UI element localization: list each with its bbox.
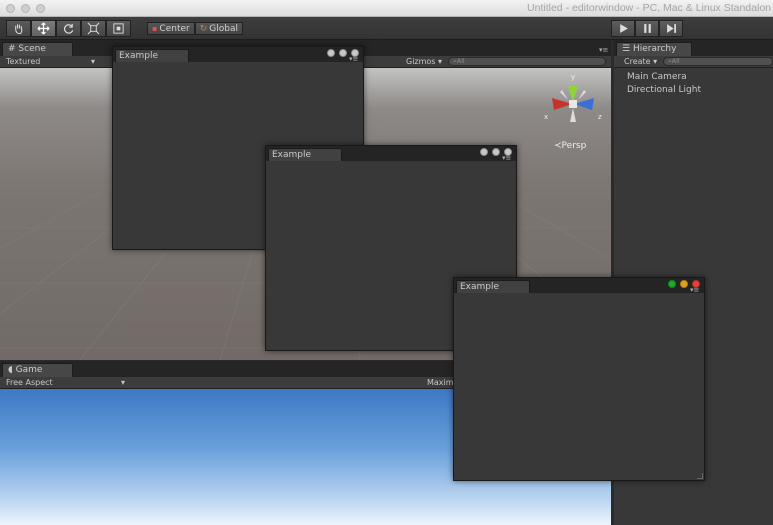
list-icon: ☰ [622, 44, 631, 54]
scene-search-input[interactable]: ⌕All [448, 57, 606, 66]
minimize-icon[interactable] [492, 148, 500, 156]
hierarchy-tabstrip: ☰ Hierarchy [614, 40, 773, 56]
scale-tool-button[interactable] [81, 20, 106, 37]
list-item[interactable]: Main Camera [627, 72, 687, 82]
scale-icon [87, 22, 100, 35]
example-window-titlebar: Example ▾≡ [113, 47, 363, 63]
tab-game[interactable]: ◖ Game [2, 363, 73, 377]
panel-menu-icon[interactable]: ▾≡ [349, 56, 358, 63]
hierarchy-control-bar: Create ▾ ⌕All [614, 56, 773, 68]
zoom-icon[interactable] [668, 280, 676, 288]
play-icon [619, 24, 628, 33]
hand-icon [15, 24, 23, 35]
minimize-window-icon[interactable] [21, 4, 30, 13]
example-window-tab[interactable]: Example [115, 49, 189, 62]
game-controller-icon: ◖ [8, 365, 13, 375]
close-window-icon[interactable] [6, 4, 15, 13]
pivot-global-toggle[interactable]: ↻ Global [194, 22, 243, 35]
rotate-icon [63, 23, 74, 34]
close-icon[interactable] [327, 49, 335, 57]
example-window-titlebar: Example ▾≡ [266, 146, 516, 162]
window-titlebar: Untitled - editorwindow - PC, Mac & Linu… [0, 0, 773, 17]
close-icon[interactable] [480, 148, 488, 156]
example-window-3[interactable]: Example ▾≡ [453, 277, 705, 481]
axis-label-x: x [544, 113, 549, 121]
panel-menu-icon[interactable]: ▾≡ [690, 287, 699, 294]
move-icon [37, 22, 50, 35]
chevron-down-icon: ▾ [90, 57, 95, 66]
center-pivot-icon: ▪ [152, 24, 158, 33]
panel-menu-icon[interactable]: ▾≡ [502, 155, 511, 162]
pause-button[interactable] [635, 20, 659, 37]
window-title: Untitled - editorwindow - PC, Mac & Linu… [527, 2, 771, 14]
gizmos-dropdown[interactable]: Gizmos ▾ [400, 56, 448, 67]
step-icon [666, 24, 676, 33]
step-button[interactable] [659, 20, 683, 37]
axis-label-z: z [598, 113, 602, 121]
hand-tool-button[interactable] [6, 20, 31, 37]
minimize-icon[interactable] [339, 49, 347, 57]
main-toolbar: ▪ Center ↻ Global [0, 17, 773, 40]
persp-chevron-icon: ≺ [554, 141, 562, 151]
example-window-tab[interactable]: Example [268, 148, 342, 161]
playback-controls [611, 20, 683, 37]
minimize-icon[interactable] [680, 280, 688, 288]
render-mode-dropdown[interactable]: Textured ▾ [0, 56, 98, 67]
orientation-gizmo[interactable]: y x z [544, 73, 606, 132]
example-window-titlebar: Example ▾≡ [454, 278, 704, 294]
pivot-toggles: ▪ Center ↻ Global [147, 22, 243, 39]
rect-tool-button[interactable] [106, 20, 131, 37]
tab-hierarchy[interactable]: ☰ Hierarchy [616, 42, 692, 56]
transform-tools [6, 20, 131, 37]
hierarchy-search-input[interactable]: ⌕All [663, 57, 773, 66]
tab-scene[interactable]: # Scene [2, 42, 73, 56]
rect-tool-icon [113, 23, 124, 34]
pause-icon [643, 24, 651, 33]
aspect-dropdown[interactable]: Free Aspect ▾ [0, 377, 128, 388]
axis-gizmo-icon [552, 86, 594, 122]
projection-toggle[interactable]: ≺Persp [554, 141, 586, 151]
pivot-center-toggle[interactable]: ▪ Center [147, 22, 195, 35]
zoom-window-icon[interactable] [36, 4, 45, 13]
list-item[interactable]: Directional Light [627, 85, 701, 95]
chevron-down-icon: ▾ [438, 57, 443, 66]
resize-handle-icon[interactable] [697, 473, 703, 479]
play-button[interactable] [611, 20, 635, 37]
example-window-tab[interactable]: Example [456, 280, 530, 293]
rotate-tool-button[interactable] [56, 20, 81, 37]
chevron-down-icon: ▾ [653, 57, 658, 66]
global-space-icon: ↻ [199, 23, 208, 34]
scene-panel-menu-icon[interactable]: ▾≡ [599, 47, 608, 54]
create-dropdown[interactable]: Create ▾ [618, 56, 663, 67]
move-tool-button[interactable] [31, 20, 56, 37]
chevron-down-icon: ▾ [120, 378, 125, 387]
scene-grid-icon: # [8, 44, 16, 54]
axis-label-y: y [571, 73, 576, 81]
